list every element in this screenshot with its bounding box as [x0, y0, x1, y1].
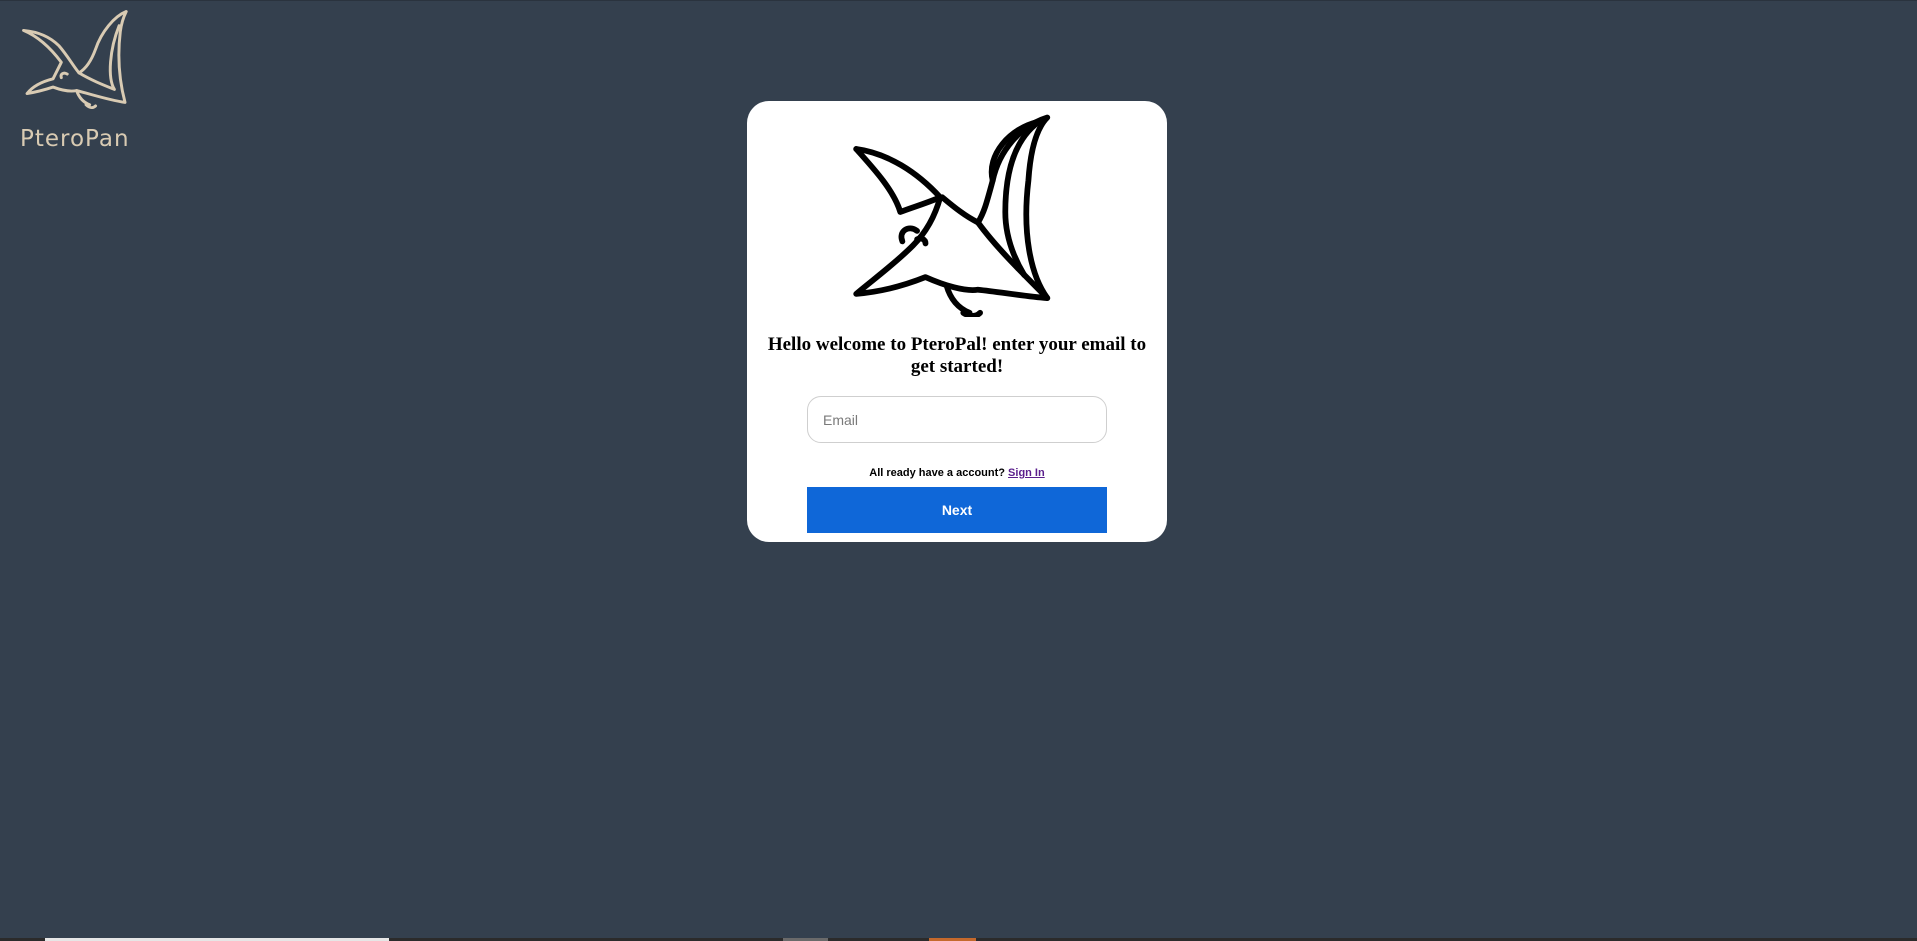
next-button[interactable]: Next — [807, 487, 1107, 533]
email-input[interactable] — [807, 396, 1107, 443]
sign-in-link[interactable]: Sign In — [1008, 467, 1045, 479]
top-border — [0, 0, 1917, 1]
signup-card: Hello welcome to PteroPal! enter your em… — [747, 101, 1167, 542]
pterodactyl-logo-icon — [22, 10, 128, 110]
account-prompt-line: All ready have a account? Sign In — [807, 467, 1107, 479]
brand-name: PteroPan — [20, 126, 130, 152]
pterodactyl-icon — [853, 114, 1051, 317]
welcome-heading: Hello welcome to PteroPal! enter your em… — [767, 334, 1147, 377]
brand-logo: PteroPan — [18, 8, 142, 154]
account-prompt-text: All ready have a account? — [869, 467, 1005, 479]
